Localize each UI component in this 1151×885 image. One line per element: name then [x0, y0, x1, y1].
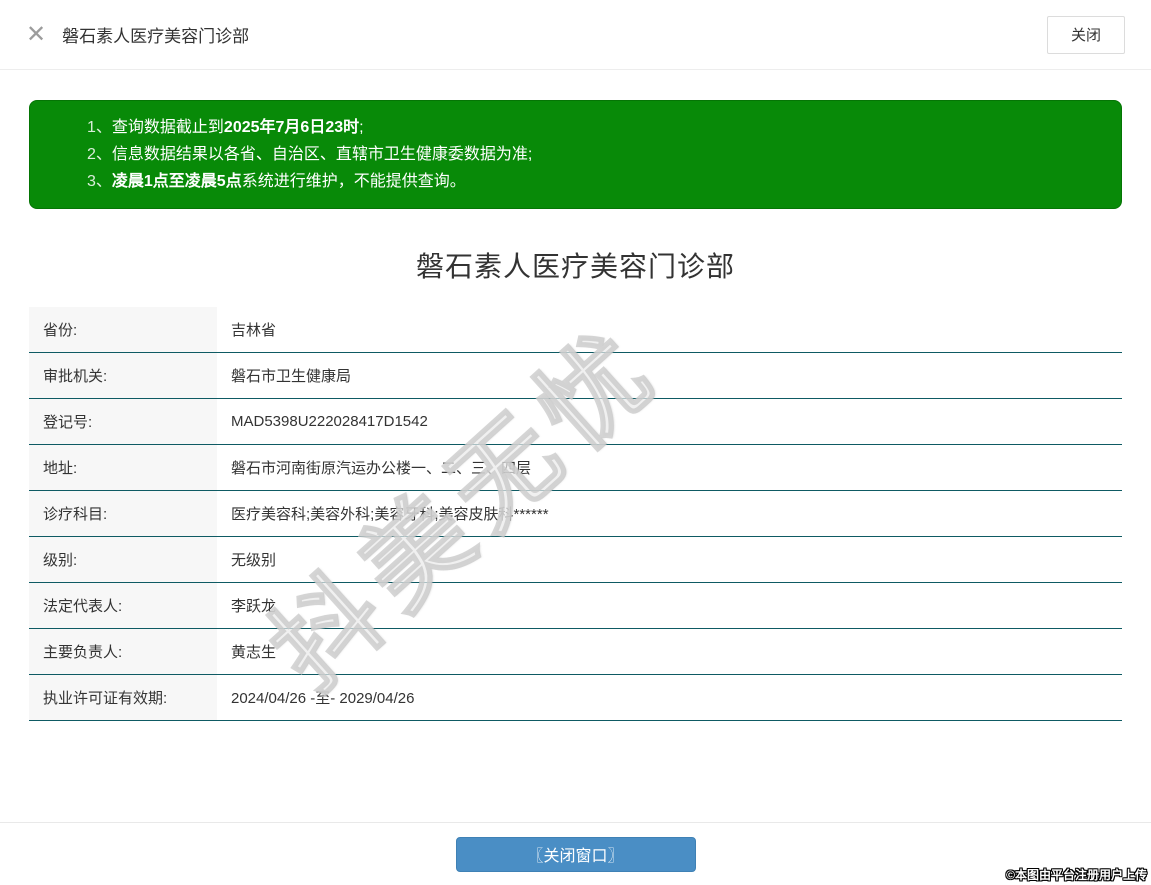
row-value: 李跃龙	[231, 598, 277, 615]
upload-credit-text: ©本图由平台注册用户上传	[1006, 868, 1147, 882]
notice-line-1: 1、查询数据截止到2025年7月6日23时;	[87, 114, 1101, 141]
table-row-approval-authority: 审批机关: 磐石市卫生健康局	[29, 353, 1122, 399]
notice-line-bold: 2025年7月6日23时	[223, 119, 360, 136]
footer-bar: 〖关闭窗口〗	[0, 822, 1151, 885]
table-row-license-validity: 执业许可证有效期: 2024/04/26 -至- 2029/04/26	[29, 675, 1122, 721]
main-content: 1、查询数据截止到2025年7月6日23时; 2、信息数据结果以各省、自治区、直…	[0, 100, 1151, 721]
row-label: 执业许可证有效期:	[29, 675, 217, 720]
row-value: 黄志生	[231, 644, 277, 661]
notice-line-text: 信息数据结果以各省、自治区、直辖市卫生健康委数据为准;	[111, 146, 533, 163]
row-label: 法定代表人:	[29, 583, 217, 628]
window-title: 磐石素人医疗美容门诊部	[62, 27, 250, 46]
row-value: 2024/04/26 -至- 2029/04/26	[231, 690, 415, 707]
window-titlebar: ✕ 磐石素人医疗美容门诊部 关闭	[0, 0, 1151, 70]
row-value: MAD5398U222028417D1542	[231, 413, 428, 430]
row-value: 吉林省	[231, 322, 277, 339]
notice-line-text: ;	[359, 119, 364, 136]
close-button[interactable]: 关闭	[1047, 15, 1125, 54]
row-value: 磐石市卫生健康局	[231, 368, 352, 385]
notice-line-2: 2、信息数据结果以各省、自治区、直辖市卫生健康委数据为准;	[87, 141, 1101, 168]
page-title: 磐石素人医疗美容门诊部	[415, 251, 735, 282]
row-label: 登记号:	[29, 399, 217, 444]
row-label: 省份:	[29, 307, 217, 352]
detail-table: 省份: 吉林省 审批机关: 磐石市卫生健康局 登记号: MAD5398U2220…	[29, 307, 1122, 721]
table-row-treatment-subjects: 诊疗科目: 医疗美容科;美容外科;美容牙科;美容皮肤科******	[29, 491, 1122, 537]
close-window-button[interactable]: 〖关闭窗口〗	[455, 836, 696, 872]
notice-line-number: 3、	[87, 173, 112, 190]
table-row-main-person-in-charge: 主要负责人: 黄志生	[29, 629, 1122, 675]
table-row-registration-number: 登记号: MAD5398U222028417D1542	[29, 399, 1122, 445]
notice-banner: 1、查询数据截止到2025年7月6日23时; 2、信息数据结果以各省、自治区、直…	[29, 100, 1122, 209]
row-label: 诊疗科目:	[29, 491, 217, 536]
table-row-level: 级别: 无级别	[29, 537, 1122, 583]
table-row-address: 地址: 磐石市河南街原汽运办公楼一、二、三、四层	[29, 445, 1122, 491]
notice-line-number: 1、	[87, 119, 112, 136]
row-value: 无级别	[231, 552, 277, 569]
row-label: 主要负责人:	[29, 629, 217, 674]
notice-line-number: 2、	[87, 146, 112, 163]
close-icon[interactable]: ✕	[26, 22, 46, 47]
row-label: 审批机关:	[29, 353, 217, 398]
notice-line-3: 3、凌晨1点至凌晨5点系统进行维护，不能提供查询。	[87, 168, 1101, 195]
notice-line-bold: 凌晨1点至凌晨5点	[111, 173, 242, 190]
notice-line-text: 查询数据截止到	[111, 119, 224, 136]
table-row-legal-representative: 法定代表人: 李跃龙	[29, 583, 1122, 629]
row-label: 级别:	[29, 537, 217, 582]
row-label: 地址:	[29, 445, 217, 490]
row-value: 磐石市河南街原汽运办公楼一、二、三、四层	[231, 460, 532, 477]
row-value: 医疗美容科;美容外科;美容牙科;美容皮肤科******	[231, 506, 549, 523]
notice-line-text: 系统进行维护，不能提供查询。	[241, 173, 466, 190]
table-row-province: 省份: 吉林省	[29, 307, 1122, 353]
